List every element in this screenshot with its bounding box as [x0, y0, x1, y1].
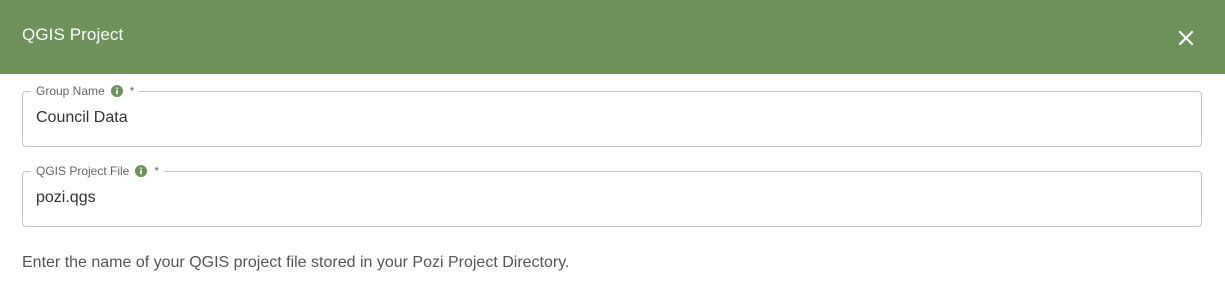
required-marker: * [129, 84, 135, 98]
qgis-project-file-label: QGIS Project File [36, 164, 130, 178]
qgis-project-file-label-row: QGIS Project File * [31, 163, 165, 179]
dialog-title: QGIS Project [22, 25, 124, 44]
qgis-project-file-input[interactable] [36, 189, 1186, 207]
group-name-label-row: Group Name * [31, 83, 140, 99]
qgis-project-dialog: QGIS Project Group Name * QGIS Project F… [0, 0, 1225, 296]
required-marker: * [154, 164, 160, 178]
close-icon [1178, 30, 1194, 46]
helper-text: Enter the name of your QGIS project file… [22, 254, 570, 271]
close-button[interactable] [1172, 24, 1200, 52]
group-name-label: Group Name [36, 84, 105, 98]
info-icon[interactable] [110, 85, 123, 97]
group-name-input[interactable] [36, 109, 1186, 127]
qgis-project-file-field[interactable]: QGIS Project File * [22, 163, 1202, 227]
info-icon[interactable] [135, 165, 148, 177]
dialog-header: QGIS Project [0, 0, 1225, 74]
group-name-field[interactable]: Group Name * [22, 83, 1202, 147]
